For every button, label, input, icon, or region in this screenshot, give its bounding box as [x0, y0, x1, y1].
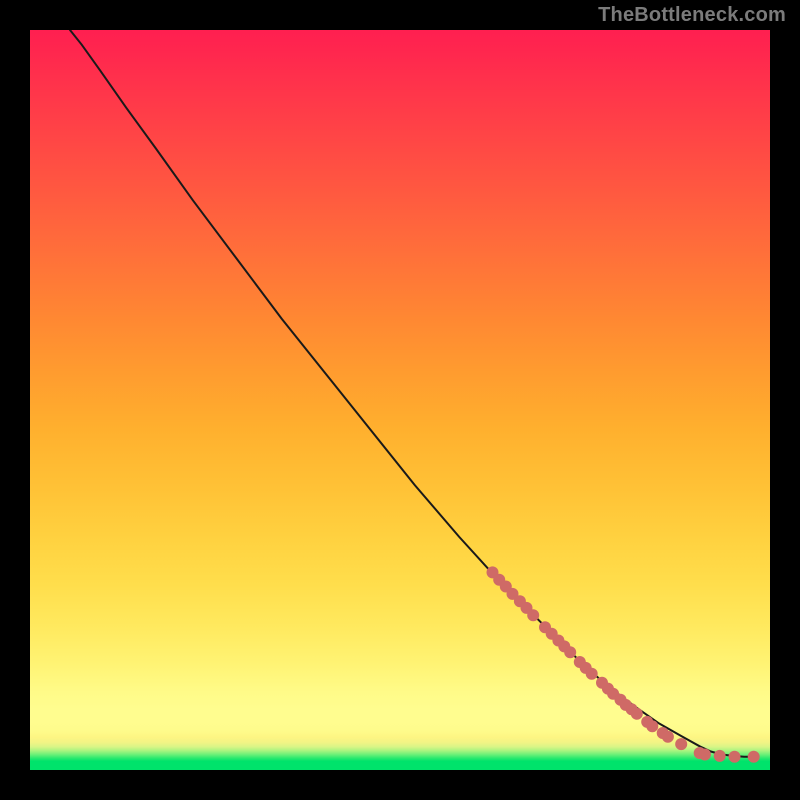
chart-marker [729, 751, 741, 763]
chart-marker [527, 609, 539, 621]
chart-marker [646, 720, 658, 732]
chart-marker [675, 738, 687, 750]
chart-marker [564, 646, 576, 658]
chart-marker [662, 731, 674, 743]
bottleneck-curve [70, 30, 754, 757]
chart-overlay-svg [30, 30, 770, 770]
chart-marker [748, 751, 760, 763]
chart-markers [487, 566, 760, 762]
chart-marker [586, 668, 598, 680]
chart-stage: TheBottleneck.com [0, 0, 800, 800]
chart-frame [30, 30, 770, 770]
watermark-text: TheBottleneck.com [598, 4, 786, 27]
chart-marker [699, 749, 711, 761]
chart-marker [631, 708, 643, 720]
chart-marker [714, 750, 726, 762]
